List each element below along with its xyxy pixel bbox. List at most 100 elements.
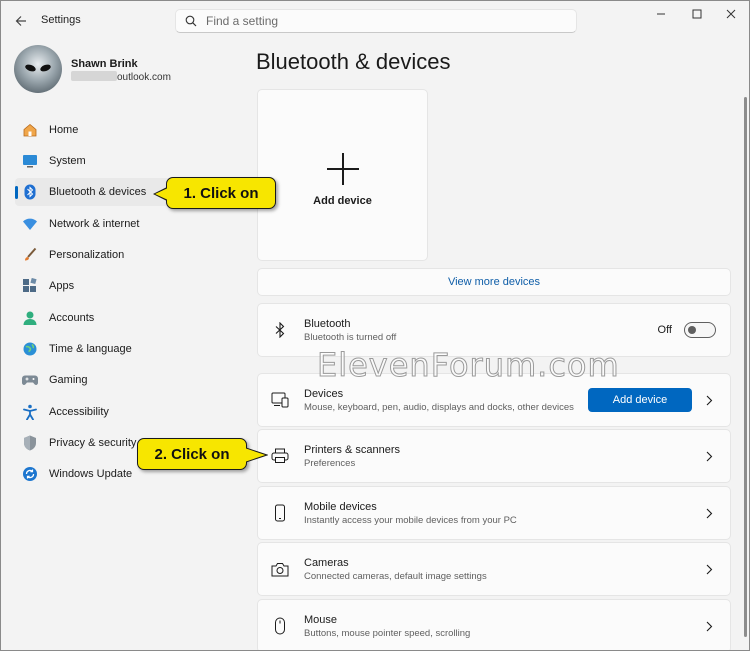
sidebar-item-label: System [49,155,86,167]
email-suffix: outlook.com [117,72,171,83]
chevron-right-icon[interactable] [698,395,720,406]
callout-step2: 2. Click on [137,438,247,470]
devices-row[interactable]: Devices Mouse, keyboard, pen, audio, dis… [257,373,731,427]
page-title: Bluetooth & devices [256,49,451,74]
bluetooth-toggle-group: Off [658,322,716,338]
back-button[interactable] [11,11,31,31]
system-icon [21,152,39,170]
app-title: Settings [41,14,81,26]
globe-icon [21,340,39,358]
mouse-icon [269,615,291,637]
user-email: outlook.com [71,71,171,83]
plus-icon [326,153,359,185]
callout-step2-pointer [246,447,268,463]
devices-icon [269,389,291,411]
close-icon [726,9,736,19]
shield-icon [21,434,39,452]
sidebar-item-accessibility[interactable]: Accessibility [15,398,241,426]
selection-indicator [15,186,18,199]
sidebar-item-network[interactable]: Network & internet [15,210,241,238]
avatar[interactable] [14,45,62,93]
brush-icon [21,246,39,264]
cameras-row[interactable]: Cameras Connected cameras, default image… [257,542,731,596]
apps-icon [21,277,39,295]
chevron-right-icon[interactable] [698,451,720,462]
mouse-text: Mouse Buttons, mouse pointer speed, scro… [304,614,698,639]
toggle-knob [688,326,696,334]
sidebar-item-time-language[interactable]: Time & language [15,335,241,363]
back-arrow-icon [15,16,26,26]
sidebar-item-home[interactable]: Home [15,116,241,144]
accounts-icon [21,309,39,327]
sidebar-item-label: Personalization [49,249,125,261]
minimize-icon [657,13,665,15]
mobile-devices-row[interactable]: Mobile devices Instantly access your mob… [257,486,731,540]
sidebar-item-label: Home [49,124,79,136]
avatar-eye [39,63,52,73]
mobile-devices-text: Mobile devices Instantly access your mob… [304,501,698,526]
row-subtitle: Bluetooth is turned off [304,331,397,343]
cameras-text: Cameras Connected cameras, default image… [304,557,698,582]
search-placeholder: Find a setting [206,14,279,28]
row-title: Bluetooth [304,317,351,330]
row-subtitle: Preferences [304,457,356,469]
sidebar-item-label: Accessibility [49,406,109,418]
sidebar-item-label: Windows Update [49,468,133,480]
scrollbar[interactable] [744,97,747,637]
chevron-right-icon[interactable] [698,508,720,519]
row-title: Mobile devices [304,500,377,513]
title-bar: Settings Find a setting [1,1,749,41]
chevron-right-icon[interactable] [698,564,720,575]
printers-text: Printers & scanners Preferences [304,444,698,469]
sidebar-item-personalization[interactable]: Personalization [15,241,241,269]
sidebar-item-apps[interactable]: Apps [15,272,241,300]
row-title: Cameras [304,556,349,569]
mouse-row[interactable]: Mouse Buttons, mouse pointer speed, scro… [257,599,731,650]
sidebar-item-gaming[interactable]: Gaming [15,366,241,394]
sidebar-item-label: Accounts [49,312,95,324]
add-device-tile-label: Add device [313,195,372,207]
chevron-right-icon[interactable] [698,621,720,632]
close-button[interactable] [716,6,746,22]
home-icon [21,121,39,139]
maximize-button[interactable] [682,6,712,22]
accessibility-icon [21,403,39,421]
sidebar-item-label: Privacy & security [49,437,137,449]
bluetooth-icon [21,183,39,201]
user-name: Shawn Brink [71,58,138,70]
camera-icon [269,558,291,580]
search-icon [176,15,206,27]
add-device-tile[interactable]: Add device [257,89,428,261]
settings-window: Settings Find a setting Shawn Brink outl… [0,0,750,651]
callout-pointer-fill [155,188,168,200]
minimize-button[interactable] [646,6,676,22]
bluetooth-text: Bluetooth Bluetooth is turned off [304,318,658,343]
bluetooth-row[interactable]: Bluetooth Bluetooth is turned off Off [257,303,731,357]
search-input[interactable]: Find a setting [175,9,577,33]
callout-text: 1. Click on [183,184,259,202]
devices-text: Devices Mouse, keyboard, pen, audio, dis… [304,388,588,413]
sidebar-item-label: Time & language [49,343,132,355]
sidebar-item-accounts[interactable]: Accounts [15,304,241,332]
avatar-eye [24,63,37,73]
update-icon [21,465,39,483]
bluetooth-icon [269,319,291,341]
callout-step1: 1. Click on [153,177,276,209]
sidebar-item-label: Bluetooth & devices [49,186,147,198]
row-title: Printers & scanners [304,443,400,456]
view-more-devices-link[interactable]: View more devices [257,268,731,296]
bluetooth-toggle[interactable] [684,322,716,338]
row-subtitle: Connected cameras, default image setting… [304,570,487,582]
printers-scanners-row[interactable]: Printers & scanners Preferences [257,429,731,483]
sidebar-item-label: Gaming [49,374,88,386]
row-title: Devices [304,387,344,400]
row-title: Mouse [304,613,338,626]
printer-icon [269,445,291,467]
gamepad-icon [21,371,39,389]
toggle-state-label: Off [657,324,672,336]
phone-icon [269,502,291,524]
maximize-icon [692,9,702,19]
add-device-button[interactable]: Add device [588,388,692,412]
sidebar-item-system[interactable]: System [15,147,241,175]
row-subtitle: Buttons, mouse pointer speed, scrolling [304,627,471,639]
